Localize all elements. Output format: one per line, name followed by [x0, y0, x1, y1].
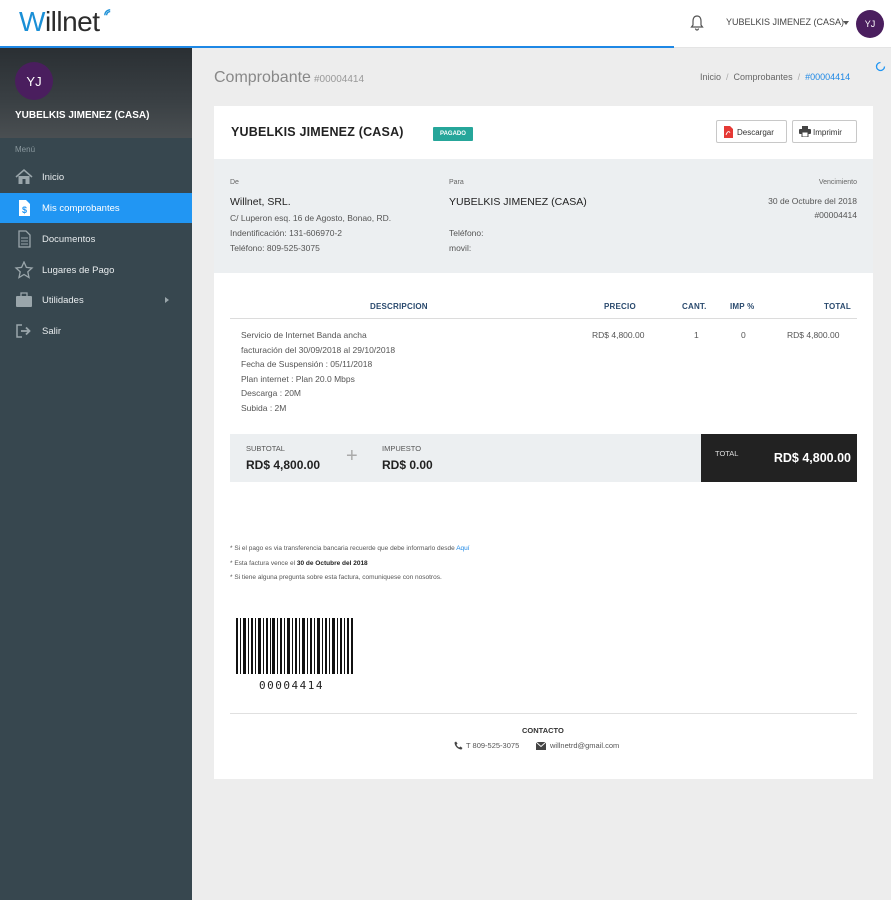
plus-icon: + [346, 445, 358, 467]
subtotal-value: RD$ 4,800.00 [246, 458, 321, 472]
col-total: TOTAL [824, 302, 851, 311]
page-title-number: #00004414 [313, 74, 365, 85]
note-transfer: * Si el pago es via transferencia bancar… [230, 545, 470, 552]
to-mobile: movil: [449, 243, 472, 253]
invoice-number: #00004414 [814, 210, 857, 220]
table-header-divider [230, 318, 857, 319]
invoice-card: YUBELKIS JIMENEZ (CASA) PAGADO Descargar… [214, 106, 873, 779]
barcode-number: 00004414 [259, 679, 324, 692]
col-qty: CANT. [682, 302, 707, 311]
sidebar: YJ YUBELKIS JIMENEZ (CASA) Menú Inicio $… [0, 48, 192, 900]
customer-name: YUBELKIS JIMENEZ (CASA) [231, 125, 404, 139]
document-dollar-icon: $ [19, 200, 30, 216]
total-label: TOTAL [715, 449, 739, 458]
status-badge: PAGADO [433, 127, 473, 141]
to-phone: Teléfono: [449, 228, 484, 238]
printer-icon [799, 126, 811, 137]
menu-section-label: Menú [15, 145, 36, 154]
subtotal-label: SUBTOTAL [246, 444, 285, 453]
wifi-mark-icon [104, 9, 111, 16]
download-button[interactable]: Descargar [716, 120, 787, 143]
contact-title: CONTACTO [522, 726, 564, 735]
from-phone: Teléfono: 809-525-3075 [230, 243, 320, 253]
contact-email: willnetrd@gmail.com [536, 741, 619, 750]
from-address: C/ Luperon esq. 16 de Agosto, Bonao, RD. [230, 213, 392, 223]
tax-value: RD$ 0.00 [382, 458, 433, 472]
note-due: * Esta factura vence el 30 de Octubre de… [230, 560, 368, 567]
sidebar-profile-name: YUBELKIS JIMENEZ (CASA) [15, 110, 150, 121]
sidebar-profile: YJ YUBELKIS JIMENEZ (CASA) [0, 48, 192, 138]
note-due-date: 30 de Octubre del 2018 [296, 560, 368, 567]
page-title: Comprobante #00004414 [214, 69, 365, 86]
totals-bar: SUBTOTAL RD$ 4,800.00 + IMPUESTO RD$ 0.0… [230, 434, 857, 482]
col-price: PRECIO [604, 302, 636, 311]
avatar[interactable]: YJ [856, 10, 884, 38]
loading-spinner-icon [875, 61, 886, 72]
home-icon [15, 169, 33, 184]
chevron-down-icon[interactable] [843, 21, 849, 25]
top-bar: Willnet YUBELKIS JIMENEZ (CASA) YJ [0, 0, 891, 48]
user-menu[interactable]: YUBELKIS JIMENEZ (CASA) [726, 17, 844, 27]
breadcrumb: Inicio / Comprobantes / #00004414 [700, 72, 851, 82]
sidebar-item-mis-comprobantes[interactable]: $ Mis comprobantes [0, 193, 192, 223]
breadcrumb-current[interactable]: #00004414 [805, 72, 850, 82]
due-date: 30 de Octubre del 2018 [768, 196, 857, 206]
from-label: De [230, 179, 239, 186]
svg-text:$: $ [22, 205, 27, 215]
sidebar-item-salir[interactable]: Salir [0, 316, 192, 346]
breadcrumb-comprobantes[interactable]: Comprobantes [734, 72, 793, 82]
due-label: Vencimiento [818, 179, 857, 186]
willnet-logo[interactable]: Willnet [19, 6, 111, 38]
sign-out-icon [16, 324, 31, 338]
col-description: DESCRIPCION [370, 302, 428, 311]
sidebar-item-utilidades[interactable]: Utilidades [0, 285, 192, 315]
phone-icon [454, 741, 463, 750]
item-qty: 1 [694, 330, 699, 340]
grand-total-box: TOTAL RD$ 4,800.00 [701, 434, 857, 482]
chevron-right-icon [165, 297, 169, 303]
file-icon [18, 230, 31, 248]
print-button[interactable]: Imprimir [792, 120, 857, 143]
note-questions: * Si tiene alguna pregunta sobre esta fa… [230, 574, 442, 581]
star-icon [14, 261, 34, 279]
from-company: Willnet, SRL. [230, 196, 291, 208]
item-tax: 0 [741, 330, 746, 340]
to-name: YUBELKIS JIMENEZ (CASA) [449, 196, 587, 208]
from-identification: Indentificación: 131-606970-2 [230, 228, 342, 238]
item-price: RD$ 4,800.00 [592, 330, 645, 340]
briefcase-icon [16, 292, 32, 307]
invoice-info-panel: De Willnet, SRL. C/ Luperon esq. 16 de A… [214, 159, 873, 273]
sidebar-item-inicio[interactable]: Inicio [0, 162, 192, 192]
sidebar-avatar[interactable]: YJ [15, 62, 53, 100]
tax-label: IMPUESTO [382, 444, 422, 453]
pdf-icon [724, 126, 733, 138]
sidebar-item-lugares-de-pago[interactable]: Lugares de Pago [0, 255, 192, 285]
barcode-image [236, 618, 353, 674]
contact-phone: T 809-525-3075 [454, 741, 519, 750]
footer-divider [230, 713, 857, 714]
grand-total-value: RD$ 4,800.00 [773, 451, 851, 465]
bell-icon[interactable] [688, 14, 706, 32]
aqui-link[interactable]: Aquí [456, 545, 469, 552]
sidebar-item-documentos[interactable]: Documentos [0, 224, 192, 254]
item-description: Servicio de Internet Banda ancha factura… [241, 330, 396, 413]
item-total: RD$ 4,800.00 [787, 330, 840, 340]
envelope-icon [536, 742, 546, 750]
col-tax: IMP % [730, 302, 755, 311]
to-label: Para [449, 179, 464, 186]
breadcrumb-inicio[interactable]: Inicio [700, 72, 721, 82]
